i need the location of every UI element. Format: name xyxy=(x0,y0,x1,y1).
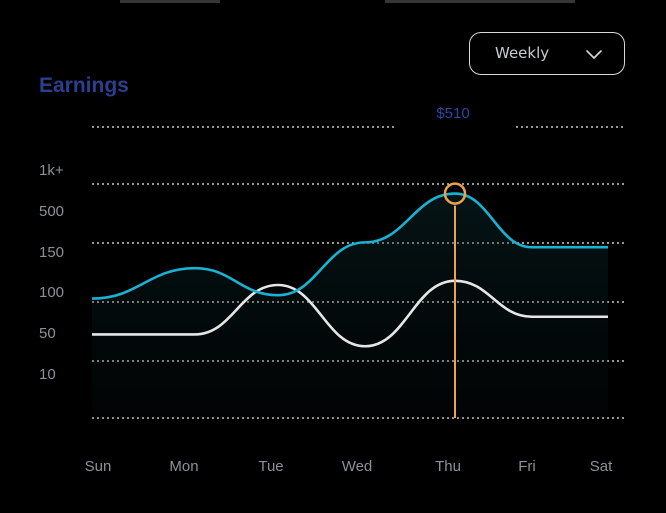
x-tick-label: Mon xyxy=(169,458,198,475)
y-tick-label: 150 xyxy=(39,244,64,261)
y-tick-label: 500 xyxy=(39,203,64,220)
x-tick-label: Thu xyxy=(435,458,461,475)
y-tick-label: 1k+ xyxy=(39,162,64,179)
x-tick-label: Sun xyxy=(85,458,112,475)
y-tick-label: 100 xyxy=(39,284,64,301)
highlight-value-label: $510 xyxy=(436,105,469,122)
x-tick-label: Sat xyxy=(590,458,613,475)
x-tick-label: Fri xyxy=(518,458,536,475)
primary-series-area xyxy=(92,193,608,418)
y-tick-label: 10 xyxy=(39,366,56,383)
earnings-line-chart: 1k+ 500 150 100 50 10 Sun Mon Tue Wed Thu Fri Sat $… xyxy=(39,105,626,475)
earnings-card: Earnings Weekly 1k+ 500 150 100 50 10 Sun Mon T… xyxy=(0,0,666,513)
x-tick-label: Tue xyxy=(258,458,283,475)
y-tick-label: 50 xyxy=(39,325,56,342)
x-tick-label: Wed xyxy=(342,458,373,475)
